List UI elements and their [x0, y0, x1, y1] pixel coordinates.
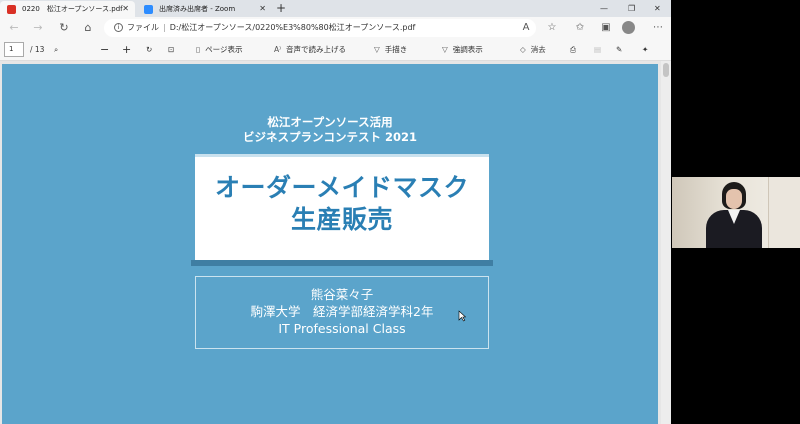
url-field[interactable]: i ファイル | D:/松江オープンソース/0220%E3%80%80松江オープンソー…	[104, 19, 536, 37]
page-number-input[interactable]: 1	[4, 42, 24, 57]
highlight-icon: ▽	[442, 45, 448, 54]
info-icon: i	[114, 23, 123, 32]
page-view-label: ページ表示	[205, 45, 243, 54]
presenter-program: IT Professional Class	[278, 321, 406, 336]
home-icon[interactable]: ⌂	[80, 20, 96, 36]
title-card-accent	[195, 154, 489, 157]
slide-subtitle: 松江オープンソース活用 ビジネスプランコンテスト 2021	[2, 115, 658, 145]
erase-label: 消去	[530, 45, 546, 54]
refresh-icon[interactable]: ↻	[56, 20, 72, 36]
slide-subtitle-line1: 松江オープンソース活用	[267, 115, 393, 129]
url-separator: |	[163, 23, 166, 32]
highlight-label: 強調表示	[452, 45, 483, 54]
eraser-icon: ◇	[520, 45, 526, 54]
webcam-door	[768, 177, 800, 248]
save-icon[interactable]: ▤	[594, 39, 601, 61]
tab-zoom[interactable]: 出席済み出席者 - Zoom ✕	[137, 1, 272, 17]
title-card-shadow	[191, 260, 493, 266]
presenter-info: 熊谷菜々子 駒澤大学 経済学部経済学科2年 IT Professional Cl…	[195, 286, 489, 337]
slide-title-line1: オーダーメイドマスク	[214, 173, 469, 202]
url-scheme-label: ファイル	[127, 23, 159, 32]
draw-button[interactable]: ▽ 手描き	[374, 39, 407, 61]
mouse-cursor-icon	[458, 310, 466, 322]
rotate-icon[interactable]: ↻	[146, 39, 152, 61]
page-total: / 13	[30, 45, 45, 54]
tab-pdf[interactable]: 0220 松江オープンソース.pdf ✕	[0, 1, 135, 17]
more-menu-icon[interactable]: ⋯	[650, 20, 666, 36]
fit-page-icon[interactable]: ⊡	[168, 39, 174, 61]
presenter-affiliation: 駒澤大学 経済学部経済学科2年	[250, 304, 434, 319]
zoom-out-icon[interactable]: −	[100, 39, 109, 61]
tab-bar: 0220 松江オープンソース.pdf ✕ 出席済み出席者 - Zoom ✕ + …	[0, 0, 671, 17]
url-text: D:/松江オープンソース/0220%E3%80%80松江オープンソース.pdf	[169, 23, 416, 32]
zoom-icon	[144, 5, 153, 14]
presenter-name: 熊谷菜々子	[310, 287, 374, 302]
add-favorite-icon[interactable]: ☆	[544, 20, 560, 36]
back-icon[interactable]: ←	[6, 20, 22, 36]
page-view-button[interactable]: ▯ ページ表示	[196, 39, 243, 61]
save-as-icon[interactable]: ✎	[616, 39, 622, 61]
read-aloud-button[interactable]: A⁾ 音声で読み上げる	[274, 39, 346, 61]
read-mode-icon[interactable]: A	[518, 20, 534, 36]
collections-icon[interactable]: ▣	[598, 20, 614, 36]
screen: 0220 松江オープンソース.pdf ✕ 出席済み出席者 - Zoom ✕ + …	[0, 0, 800, 424]
tab-zoom-close-button[interactable]: ✕	[259, 1, 266, 17]
profile-avatar[interactable]	[622, 21, 635, 34]
minimize-button[interactable]: —	[600, 0, 608, 17]
read-aloud-icon: A⁾	[274, 45, 281, 54]
webcam-video	[672, 177, 800, 248]
favorites-icon[interactable]: ✩	[572, 20, 588, 36]
draw-icon: ▽	[374, 45, 380, 54]
erase-button[interactable]: ◇ 消去	[520, 39, 546, 61]
tab-pdf-close-button[interactable]: ✕	[122, 1, 129, 17]
highlight-button[interactable]: ▽ 強調表示	[442, 39, 483, 61]
pdf-icon	[7, 5, 16, 14]
read-aloud-label: 音声で読み上げる	[285, 45, 346, 54]
slide-title-line2: 生産販売	[290, 205, 393, 234]
pdf-toolbar: 1 / 13 ⌕ − + ↻ ⊡ ▯ ページ表示 A⁾ 音声で読み上げる ▽ 手描き …	[0, 39, 671, 61]
restore-button[interactable]: ❐	[628, 0, 635, 17]
presenter-face	[726, 189, 742, 209]
draw-label: 手描き	[384, 45, 408, 54]
page-view-icon: ▯	[196, 45, 201, 54]
slide-title: オーダーメイドマスク 生産販売	[195, 172, 489, 236]
tab-pdf-label: 0220 松江オープンソース.pdf	[22, 5, 123, 13]
browser-window: 0220 松江オープンソース.pdf ✕ 出席済み出席者 - Zoom ✕ + …	[0, 0, 671, 424]
scrollbar-thumb[interactable]	[663, 63, 669, 77]
search-icon[interactable]: ⌕	[54, 39, 58, 61]
print-icon[interactable]: ⎙	[570, 39, 576, 61]
new-tab-button[interactable]: +	[276, 0, 286, 17]
pin-icon[interactable]: ✦	[642, 39, 648, 61]
slide-subtitle-line2: ビジネスプランコンテスト 2021	[242, 130, 417, 144]
tab-zoom-label: 出席済み出席者 - Zoom	[159, 5, 236, 13]
zoom-in-icon[interactable]: +	[122, 39, 131, 61]
pdf-page: 松江オープンソース活用 ビジネスプランコンテスト 2021 オーダーメイドマスク…	[2, 64, 658, 424]
forward-icon[interactable]: →	[30, 20, 46, 36]
close-window-button[interactable]: ✕	[654, 0, 661, 17]
address-bar: ← → ↻ ⌂ i ファイル | D:/松江オープンソース/0220%E3%80%80…	[0, 17, 671, 39]
vertical-scrollbar[interactable]	[661, 61, 671, 424]
